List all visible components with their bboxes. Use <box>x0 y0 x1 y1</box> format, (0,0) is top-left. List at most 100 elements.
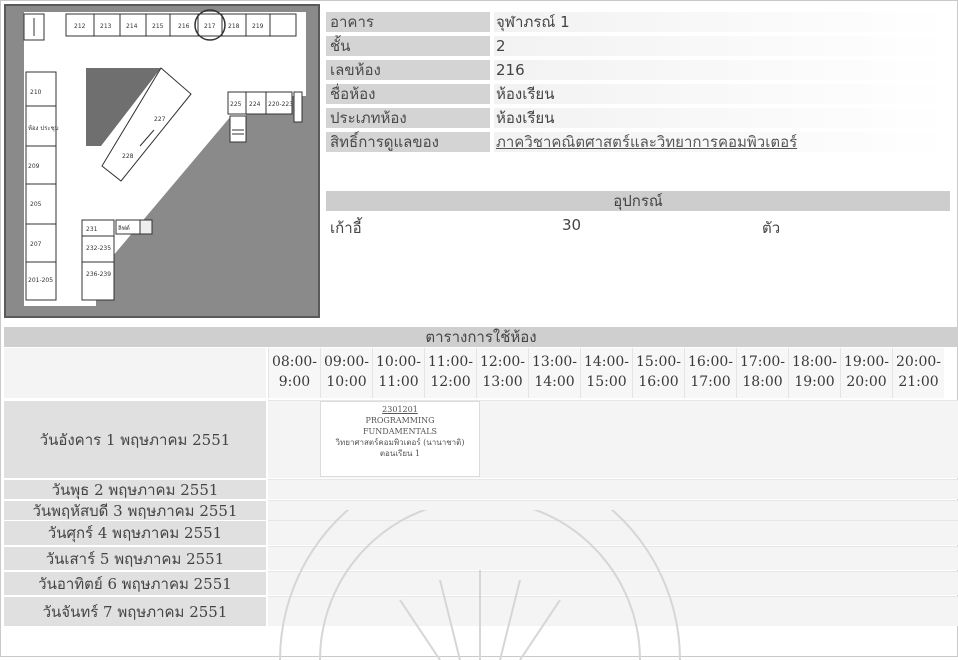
schedule-day-label: วันอังคาร 1 พฤษภาคม 2551 <box>4 400 266 478</box>
time-slot-end: 13:00 <box>482 374 523 390</box>
time-slot-start: 19:00- <box>843 354 890 370</box>
plan-room-label: 218 <box>228 23 240 30</box>
plan-room-label: 227 <box>154 116 166 123</box>
booking-course-code: 2301201 <box>382 405 418 414</box>
time-slot-end: 10:00 <box>326 374 367 390</box>
schedule-day-label: วันจันทร์ 7 พฤษภาคม 2551 <box>4 596 266 626</box>
info-value: จุฬาภรณ์ 1 <box>494 12 950 32</box>
info-row-owner: สิทธิ์การดูแลของ ภาควิชาคณิตศาสตร์และวิท… <box>326 130 956 154</box>
time-slot-header-cell: 18:00- 19:00 <box>788 348 840 398</box>
time-slot-header-cell: 19:00- 20:00 <box>840 348 892 398</box>
equipment-header: อุปกรณ์ <box>326 191 950 211</box>
booking-department: วิทยาศาสตร์คอมพิวเตอร์ (นานาชาติ) <box>335 438 465 447</box>
plan-room-label: 236-239 <box>86 271 111 278</box>
time-slot-start: 17:00- <box>739 354 786 370</box>
schedule-corner-cell <box>4 348 266 398</box>
time-slot-end: 11:00 <box>378 374 419 390</box>
floor-plan-map[interactable]: 212 213 214 215 216 217 218 219 210 ห้อง… <box>4 4 320 318</box>
equipment-item-name: เก้าอี้ <box>330 219 362 237</box>
time-slot-header-cell: 09:00- 10:00 <box>320 348 372 398</box>
schedule-day-row[interactable] <box>268 596 958 626</box>
time-slot-start: 13:00- <box>531 354 578 370</box>
info-value: ห้องเรียน <box>494 84 950 104</box>
info-row-room-number: เลขห้อง 216 <box>326 58 956 82</box>
schedule-day-row[interactable] <box>268 500 958 520</box>
info-label: ประเภทห้อง <box>326 108 490 128</box>
equipment-item-count: 30 <box>562 216 582 234</box>
time-slot-header-cell: 12:00- 13:00 <box>476 348 528 398</box>
time-slot-header-cell: 14:00- 15:00 <box>580 348 632 398</box>
plan-room-label: 224 <box>249 101 261 108</box>
info-label: ชื่อห้อง <box>326 84 490 104</box>
plan-room-label: 220-223 <box>268 101 293 108</box>
info-label: ชั้น <box>326 36 490 56</box>
time-slot-end: 20:00 <box>846 374 887 390</box>
time-slot-header-cell: 10:00- 11:00 <box>372 348 424 398</box>
schedule-title: ตารางการใช้ห้อง <box>4 327 958 347</box>
time-slot-start: 12:00- <box>479 354 526 370</box>
schedule-day-label: วันพุธ 2 พฤษภาคม 2551 <box>4 479 266 499</box>
booking-course-name: FUNDAMENTALS <box>363 427 437 436</box>
info-row-room-name: ชื่อห้อง ห้องเรียน <box>326 82 956 106</box>
time-slot-start: 11:00- <box>427 354 474 370</box>
schedule-day-label: วันอาทิตย์ 6 พฤษภาคม 2551 <box>4 571 266 595</box>
time-slot-start: 14:00- <box>583 354 630 370</box>
time-slot-end: 21:00 <box>898 374 939 390</box>
plan-room-label: 201-205 <box>28 277 53 284</box>
info-row-floor: ชั้น 2 <box>326 34 956 58</box>
time-slot-start: 16:00- <box>687 354 734 370</box>
plan-room-label: 228 <box>122 153 134 160</box>
booking-entry[interactable]: 2301201 PROGRAMMING FUNDAMENTALS วิทยาศา… <box>320 401 480 477</box>
plan-stair-label: ลิฟต์ <box>118 224 130 232</box>
time-slot-start: 08:00- <box>271 354 318 370</box>
time-slot-start: 18:00- <box>791 354 838 370</box>
info-label: อาคาร <box>326 12 490 32</box>
plan-room-label: 210 <box>30 89 42 96</box>
time-slot-end: 19:00 <box>794 374 835 390</box>
info-row-building: อาคาร จุฬาภรณ์ 1 <box>326 10 956 34</box>
schedule-day-row[interactable] <box>268 520 958 545</box>
time-slot-end: 9:00 <box>278 374 311 390</box>
plan-room-label: 212 <box>74 23 86 30</box>
schedule-day-row[interactable] <box>268 546 958 570</box>
time-slot-end: 12:00 <box>430 374 471 390</box>
schedule-day-label: วันพฤหัสบดี 3 พฤษภาคม 2551 <box>4 500 266 520</box>
time-slot-end: 17:00 <box>690 374 731 390</box>
time-slot-header-cell: 13:00- 14:00 <box>528 348 580 398</box>
info-value: 216 <box>494 60 950 80</box>
info-value: ห้องเรียน <box>494 108 950 128</box>
owner-department-link[interactable]: ภาควิชาคณิตศาสตร์และวิทยาการคอมพิวเตอร์ <box>496 133 797 151</box>
time-slot-end: 18:00 <box>742 374 783 390</box>
plan-room-label: 225 <box>230 101 242 108</box>
plan-room-label: 232-235 <box>86 245 111 252</box>
time-slot-end: 16:00 <box>638 374 679 390</box>
booking-course-name: PROGRAMMING <box>365 416 435 425</box>
schedule-day-label: วันเสาร์ 5 พฤษภาคม 2551 <box>4 546 266 570</box>
plan-room-label: 216 <box>178 23 190 30</box>
time-slot-end: 15:00 <box>586 374 627 390</box>
schedule-day-row[interactable] <box>268 571 958 595</box>
plan-room-label: 209 <box>28 163 40 170</box>
time-slot-header-cell: 15:00- 16:00 <box>632 348 684 398</box>
schedule-day-row[interactable] <box>268 479 958 499</box>
time-slot-start: 20:00- <box>895 354 942 370</box>
plan-room-label: ห้อง ประชุม <box>28 125 59 132</box>
time-slot-header-cell: 20:00- 21:00 <box>892 348 944 398</box>
info-row-room-type: ประเภทห้อง ห้องเรียน <box>326 106 956 130</box>
room-info-panel: อาคาร จุฬาภรณ์ 1 ชั้น 2 เลขห้อง 216 ชื่อ… <box>326 10 956 154</box>
info-value: 2 <box>494 36 950 56</box>
schedule-day-label: วันศุกร์ 4 พฤษภาคม 2551 <box>4 520 266 545</box>
plan-room-label: 213 <box>100 23 112 30</box>
plan-room-label: 219 <box>252 23 264 30</box>
time-slot-start: 09:00- <box>323 354 370 370</box>
info-label: เลขห้อง <box>326 60 490 80</box>
booking-section: ตอนเรียน 1 <box>379 449 421 458</box>
time-slot-start: 15:00- <box>635 354 682 370</box>
equipment-item-unit: ตัว <box>762 219 781 237</box>
time-slot-end: 14:00 <box>534 374 575 390</box>
info-value: ภาควิชาคณิตศาสตร์และวิทยาการคอมพิวเตอร์ <box>494 132 950 152</box>
time-slot-header-cell: 17:00- 18:00 <box>736 348 788 398</box>
plan-room-label: 217 <box>204 23 216 30</box>
time-slot-header-cell: 16:00- 17:00 <box>684 348 736 398</box>
plan-room-label: 215 <box>152 23 164 30</box>
